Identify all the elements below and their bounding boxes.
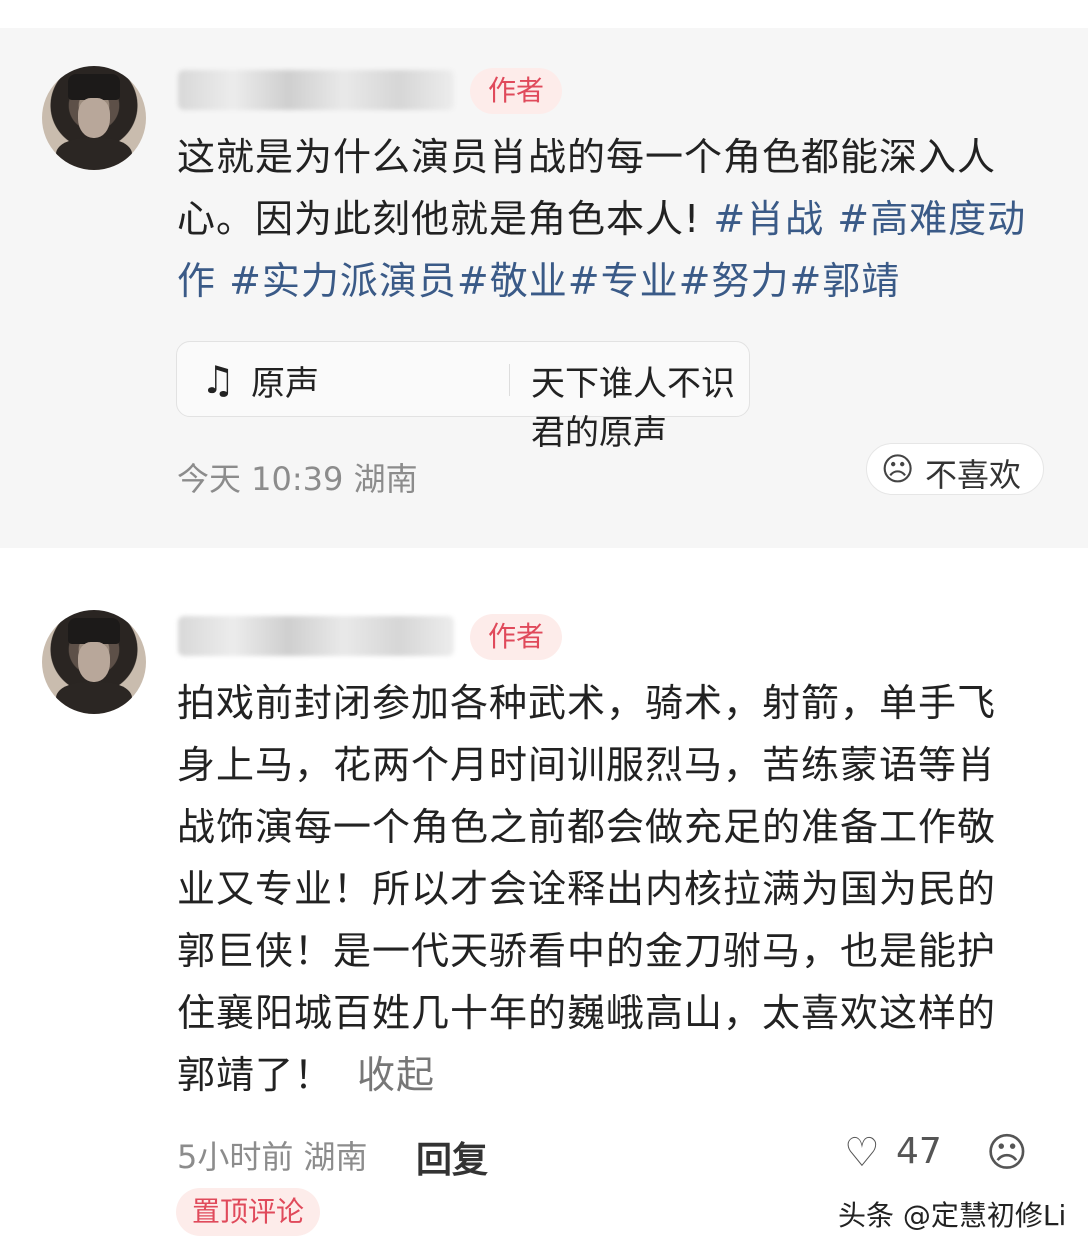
sad-face-icon[interactable]: ☹ xyxy=(986,1130,1028,1176)
comment-text: 这就是为什么演员肖战的每一个角色都能深入人心。因为此刻他就是角色本人! #肖战 … xyxy=(177,126,1027,312)
comment-meta: 5小时前 湖南 xyxy=(177,1138,368,1176)
comment-line: 郭靖了！ xyxy=(177,1053,334,1097)
music-pill[interactable]: ♫ 原声 天下谁人不识君的原声 xyxy=(176,341,750,453)
username-blurred[interactable] xyxy=(178,70,454,110)
dislike-label: 不喜欢 xyxy=(925,456,1022,494)
avatar-hat xyxy=(68,74,120,100)
collapse-link[interactable]: 收起 xyxy=(357,1053,435,1097)
author-badge: 作者 xyxy=(470,68,563,114)
comment-text: 拍戏前封闭参加各种武术，骑术，射箭，单手飞 身上马，花两个月时间训服烈马，苦练蒙… xyxy=(177,672,1027,1106)
pinned-badge: 置顶评论 xyxy=(176,1188,321,1236)
comment-line: 郭巨侠！是一代天骄看中的金刀驸马，也是能护 xyxy=(177,929,997,973)
like-count: 47 xyxy=(896,1131,942,1172)
avatar-face xyxy=(78,642,110,682)
divider xyxy=(509,364,510,396)
username-blurred[interactable] xyxy=(178,616,454,656)
avatar[interactable] xyxy=(42,610,146,714)
author-badge: 作者 xyxy=(470,614,563,660)
avatar-face xyxy=(78,98,110,138)
avatar-hat xyxy=(68,618,120,644)
hashtag-links-2[interactable]: 作 #实力派演员#敬业#专业#努力#郭靖 xyxy=(177,259,900,303)
avatar[interactable] xyxy=(42,66,146,170)
avatar-robe xyxy=(56,682,132,714)
comment-line: 住襄阳城百姓几十年的巍峨高山，太喜欢这样的 xyxy=(177,991,997,1035)
music-note-icon: ♫ xyxy=(201,358,236,402)
comment-line: 业又专业！所以才会诠释出内核拉满为国为民的 xyxy=(177,867,997,911)
comment-line: 战饰演每一个角色之前都会做充足的准备工作敬 xyxy=(177,805,997,849)
sad-face-icon: ☹ xyxy=(881,450,915,488)
reply-button[interactable]: 回复 xyxy=(416,1131,488,1183)
music-song-title: 天下谁人不识君的原声 xyxy=(531,364,735,453)
comment-line-last: 郭靖了！ 收起 xyxy=(177,1044,1027,1106)
heart-icon[interactable]: ♡ xyxy=(844,1130,880,1176)
comment-line: 拍戏前封闭参加各种武术，骑术，射箭，单手飞 xyxy=(177,681,997,725)
watermark: 头条 @定慧初修Li xyxy=(838,1199,1067,1232)
comment-meta: 今天 10:39 湖南 xyxy=(177,460,418,498)
hashtag-links[interactable]: #肖战 #高难度动 xyxy=(700,197,1026,241)
music-label: 原声 xyxy=(251,364,319,404)
comment-line: 身上马，花两个月时间训服烈马，苦练蒙语等肖 xyxy=(177,743,997,787)
avatar-robe xyxy=(56,138,132,170)
dislike-button[interactable]: ☹ 不喜欢 xyxy=(866,443,1044,495)
